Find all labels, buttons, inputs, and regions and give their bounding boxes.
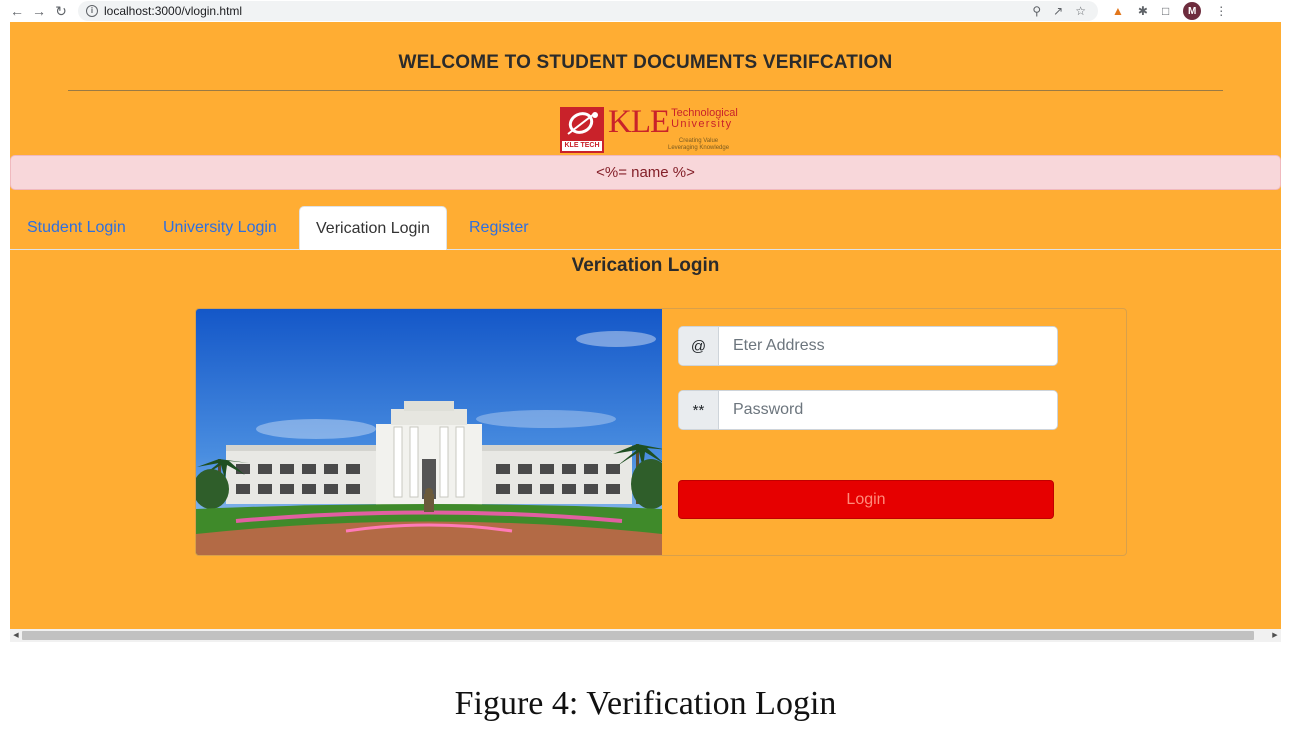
address-bar[interactable]: i localhost:3000/vlogin.html ⚲ ↗ ☆ — [78, 1, 1098, 21]
logo-tagline1: Creating Value — [678, 138, 719, 144]
logo-brand: KLE — [608, 104, 670, 140]
university-logo: KLE TECH KLE Technological University Cr… — [560, 104, 760, 155]
share-icon[interactable]: ↗ — [1053, 4, 1063, 18]
figure-caption: Figure 4: Verification Login — [454, 685, 837, 722]
password-input-group: ** — [678, 390, 1058, 430]
avatar[interactable]: M — [1183, 2, 1202, 20]
password-field[interactable] — [719, 391, 1057, 429]
logo-mark-icon: KLE TECH — [560, 107, 604, 153]
scroll-right-icon[interactable]: ▶ — [1269, 629, 1281, 642]
sidepanel-icon[interactable]: □ — [1162, 4, 1169, 18]
login-card: @ ** Login — [195, 308, 1127, 556]
forward-arrow-icon[interactable]: → — [28, 0, 50, 22]
at-addon: @ — [679, 327, 719, 365]
tab-student-login[interactable]: Student Login — [27, 206, 126, 250]
url-text: localhost:3000/vlogin.html — [104, 4, 243, 18]
star-icon[interactable]: ☆ — [1075, 4, 1086, 18]
scroll-left-icon[interactable]: ◀ — [10, 629, 22, 642]
email-input-group: @ — [678, 326, 1058, 366]
scrollbar-thumb[interactable] — [22, 631, 1254, 640]
back-arrow-icon[interactable]: ← — [6, 0, 28, 22]
tab-university-login[interactable]: University Login — [163, 206, 277, 250]
tab-verication-login[interactable]: Verication Login — [299, 206, 447, 250]
alert-banner: <%= name %> — [10, 155, 1281, 190]
zoom-icon[interactable]: ⚲ — [1032, 4, 1041, 18]
password-addon: ** — [679, 391, 719, 429]
form-heading: Verication Login — [571, 255, 720, 276]
title-divider — [68, 90, 1223, 91]
page-viewport: WELCOME TO STUDENT DOCUMENTS VERIFCATION… — [10, 22, 1281, 629]
page-title: WELCOME TO STUDENT DOCUMENTS VERIFCATION — [398, 52, 893, 73]
reload-icon[interactable]: ↻ — [50, 0, 72, 22]
logo-tagline2: Leveraging Knowledge — [668, 145, 730, 151]
tab-register[interactable]: Register — [469, 206, 529, 250]
browser-toolbar: ← → ↻ i localhost:3000/vlogin.html ⚲ ↗ ☆… — [0, 0, 1291, 22]
menu-dots-icon[interactable]: ⋮ — [1215, 4, 1227, 18]
email-field[interactable] — [719, 327, 1057, 365]
info-icon[interactable]: i — [86, 5, 98, 17]
login-button[interactable]: Login — [678, 480, 1054, 519]
logo-line2: University — [671, 118, 733, 130]
metamask-icon[interactable]: ▲ — [1112, 4, 1124, 18]
logo-badge: KLE TECH — [562, 141, 602, 151]
tab-bar: Student Login University Login Vericatio… — [10, 206, 1281, 250]
puzzle-icon[interactable]: ✱ — [1138, 4, 1148, 18]
horizontal-scrollbar[interactable]: ◀ ▶ — [10, 629, 1281, 642]
campus-image — [196, 309, 662, 555]
